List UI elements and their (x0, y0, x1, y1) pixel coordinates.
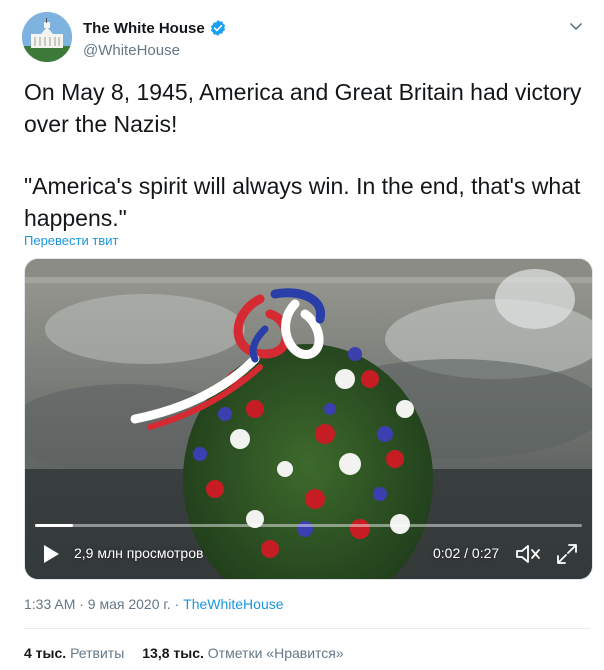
tweet-stats: 4 тыс. Ретвиты 13,8 тыс. Отметки «Нравитс… (24, 645, 344, 661)
tweet-header: The White House @WhiteHouse (22, 12, 592, 62)
play-icon[interactable] (41, 544, 61, 564)
volume-muted-icon[interactable] (515, 543, 541, 565)
video-controls: 2,9 млн просмотров 0:02 / 0:27 (25, 529, 592, 579)
tweet-paragraph-2: "America's spirit will always win. In th… (24, 173, 581, 231)
tweet-paragraph-1: On May 8, 1945, America and Great Britai… (24, 79, 582, 137)
retweets-label: Ретвиты (70, 645, 125, 661)
video-progress-fill (35, 524, 74, 527)
divider (24, 628, 590, 629)
translate-tweet-link[interactable]: Перевести твит (24, 233, 118, 248)
tweet-meta: 1:33 AM · 9 мая 2020 г. · TheWhiteHouse (24, 596, 284, 612)
tweet-text: On May 8, 1945, America and Great Britai… (24, 76, 588, 234)
chevron-down-icon[interactable] (568, 18, 584, 34)
retweets-stat[interactable]: 4 тыс. Ретвиты (24, 645, 124, 661)
video-time: 0:02 / 0:27 (433, 545, 500, 561)
tweet-source-link[interactable]: TheWhiteHouse (183, 596, 283, 612)
tweet-timestamp[interactable]: 1:33 AM · 9 мая 2020 г. · (24, 596, 183, 612)
fullscreen-icon[interactable] (556, 543, 578, 565)
avatar[interactable] (22, 12, 72, 62)
video-player[interactable]: 2,9 млн просмотров 0:02 / 0:27 (24, 258, 593, 580)
retweets-count: 4 тыс. (24, 645, 67, 661)
likes-stat[interactable]: 13,8 тыс. Отметки «Нравится» (142, 645, 343, 661)
account-handle[interactable]: @WhiteHouse (83, 42, 180, 59)
likes-count: 13,8 тыс. (142, 645, 204, 661)
account-name[interactable]: The White House (83, 20, 205, 37)
video-view-count: 2,9 млн просмотров (74, 545, 204, 561)
verified-badge-icon (210, 20, 225, 36)
account-name-row[interactable]: The White House (83, 19, 227, 37)
likes-label: Отметки «Нравится» (207, 645, 344, 661)
video-progress-bar[interactable] (35, 524, 582, 527)
